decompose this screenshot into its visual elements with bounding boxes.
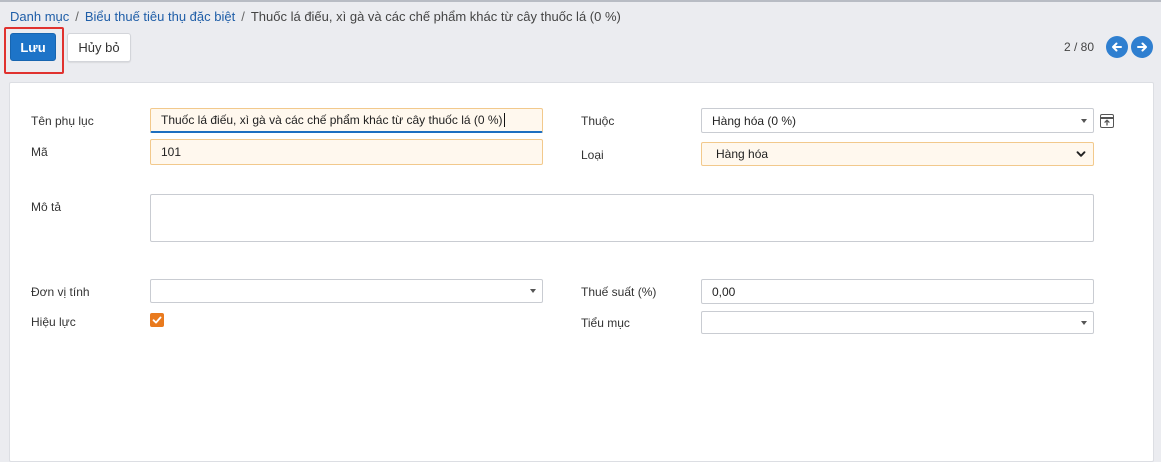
breadcrumb-item-bieu-thue[interactable]: Biểu thuế tiêu thụ đặc biệt xyxy=(85,9,235,24)
pager-text: 2 / 80 xyxy=(1064,40,1095,54)
thuoc-select[interactable]: Hàng hóa (0 %) xyxy=(701,108,1094,133)
cancel-button[interactable]: Hủy bỏ xyxy=(67,33,131,62)
thuoc-label: Thuộc xyxy=(581,114,615,128)
dropdown-caret-icon xyxy=(1081,118,1087,123)
arrow-left-icon xyxy=(1112,42,1122,52)
ten-phu-luc-value: Thuốc lá điếu, xì gà và các chế phẩm khá… xyxy=(161,113,503,127)
thue-suat-label: Thuế suất (%) xyxy=(581,285,657,299)
breadcrumb: Danh mục / Biểu thuế tiêu thụ đặc biệt / Thu… xyxy=(10,9,621,24)
don-vi-tinh-label: Đơn vị tính xyxy=(31,285,90,299)
tieu-muc-label: Tiểu mục xyxy=(581,316,630,330)
arrow-right-icon xyxy=(1137,42,1147,52)
loai-select[interactable]: Hàng hóa xyxy=(701,142,1094,166)
next-record-button[interactable] xyxy=(1131,36,1153,58)
external-link-icon[interactable] xyxy=(1100,114,1114,128)
loai-label: Loại xyxy=(581,148,604,162)
checkmark-icon xyxy=(152,316,162,324)
hieu-luc-checkbox[interactable] xyxy=(150,313,164,327)
hieu-luc-label: Hiệu lực xyxy=(31,315,76,329)
breadcrumb-item-danh-muc[interactable]: Danh mục xyxy=(10,9,69,24)
thuoc-value: Hàng hóa (0 %) xyxy=(712,113,797,128)
ma-value: 101 xyxy=(161,145,182,159)
breadcrumb-separator: / xyxy=(241,9,245,24)
thue-suat-value: 0,00 xyxy=(712,284,736,299)
mo-ta-label: Mô tả xyxy=(31,200,62,214)
ten-phu-luc-label: Tên phụ lục xyxy=(31,114,94,128)
dropdown-caret-icon xyxy=(530,289,536,293)
breadcrumb-current: Thuốc lá điếu, xì gà và các chế phẩm khá… xyxy=(250,9,621,24)
text-cursor xyxy=(503,113,505,127)
top-border xyxy=(0,0,1161,2)
don-vi-tinh-select[interactable] xyxy=(150,279,543,303)
save-button[interactable]: Lưu xyxy=(10,33,56,61)
ma-label: Mã xyxy=(31,145,48,159)
ten-phu-luc-input[interactable]: Thuốc lá điếu, xì gà và các chế phẩm khá… xyxy=(150,108,543,133)
loai-value: Hàng hóa xyxy=(716,147,769,161)
breadcrumb-separator: / xyxy=(75,9,79,24)
ma-input[interactable]: 101 xyxy=(150,139,543,165)
chevron-down-icon xyxy=(1076,151,1086,157)
thue-suat-input[interactable]: 0,00 xyxy=(701,279,1094,304)
prev-record-button[interactable] xyxy=(1106,36,1128,58)
tieu-muc-select[interactable] xyxy=(701,311,1094,334)
mo-ta-textarea[interactable] xyxy=(150,194,1094,242)
dropdown-caret-icon xyxy=(1081,320,1087,325)
